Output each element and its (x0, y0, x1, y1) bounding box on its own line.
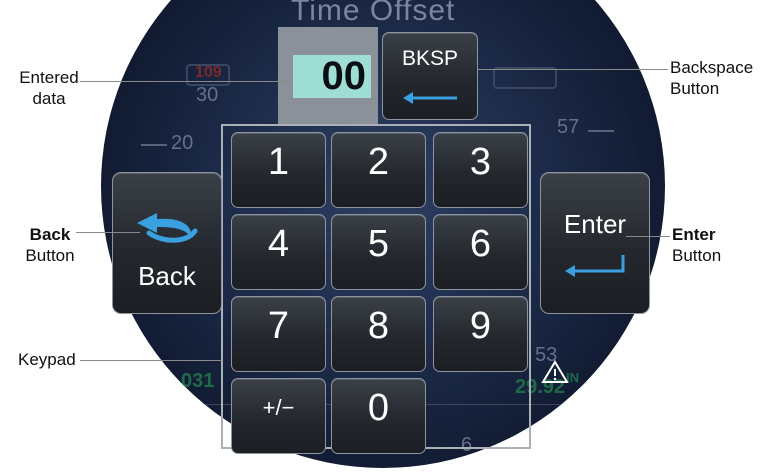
backspace-button[interactable]: BKSP (382, 32, 478, 120)
key-6[interactable]: 6 (433, 214, 528, 290)
annotation-back-button: Back Button (20, 224, 80, 266)
annotation-line-1: Backspace (670, 58, 754, 77)
entered-data-field: 00 (293, 55, 371, 98)
callout-line (80, 81, 290, 82)
key-4[interactable]: 4 (231, 214, 326, 290)
bg-value: 57 (557, 116, 580, 138)
warning-icon (541, 360, 569, 383)
annotation-keypad: Keypad (18, 350, 76, 369)
key-0[interactable]: 0 (331, 378, 426, 454)
annotation-enter-button: Enter Button (672, 224, 721, 266)
key-3[interactable]: 3 (433, 132, 528, 208)
bg-scale-tick (588, 130, 614, 132)
key-2[interactable]: 2 (331, 132, 426, 208)
callout-line (626, 236, 670, 237)
bg-scale-tick (141, 144, 167, 146)
backspace-label: BKSP (401, 47, 459, 70)
enter-return-icon (565, 255, 625, 277)
bg-value: 30 (196, 84, 219, 106)
annotation-backspace-button: Backspace Button (670, 57, 753, 99)
back-label: Back (138, 261, 196, 291)
back-arrow-icon (137, 213, 198, 243)
bg-value: 031 (181, 370, 215, 392)
annotation-line-1: Back (29, 225, 71, 244)
annotation-line-2: Button (670, 79, 720, 98)
bg-value: 20 (171, 132, 194, 154)
key-plus-minus[interactable]: +/− (231, 378, 326, 454)
annotation-line-1: Enter (672, 225, 716, 244)
callout-line (478, 69, 668, 70)
enter-button[interactable]: Enter (540, 172, 650, 314)
key-7[interactable]: 7 (231, 296, 326, 372)
bg-readout-box (493, 67, 557, 89)
key-9[interactable]: 9 (433, 296, 528, 372)
title-fragment: Time Offset (291, 0, 456, 27)
key-8[interactable]: 8 (331, 296, 426, 372)
annotation-line-2: data (32, 89, 66, 108)
bg-value: 109 (195, 64, 222, 81)
back-button[interactable]: Back (112, 172, 222, 314)
callout-line (80, 360, 222, 361)
annotation-line-2: Button (672, 246, 722, 265)
annotation-line-1: Entered (19, 68, 79, 87)
backspace-arrow-icon (403, 92, 457, 104)
key-1[interactable]: 1 (231, 132, 326, 208)
annotation-line-2: Button (25, 246, 75, 265)
annotation-entered-data: Entered data (10, 67, 88, 109)
callout-line (76, 232, 140, 233)
key-5[interactable]: 5 (331, 214, 426, 290)
